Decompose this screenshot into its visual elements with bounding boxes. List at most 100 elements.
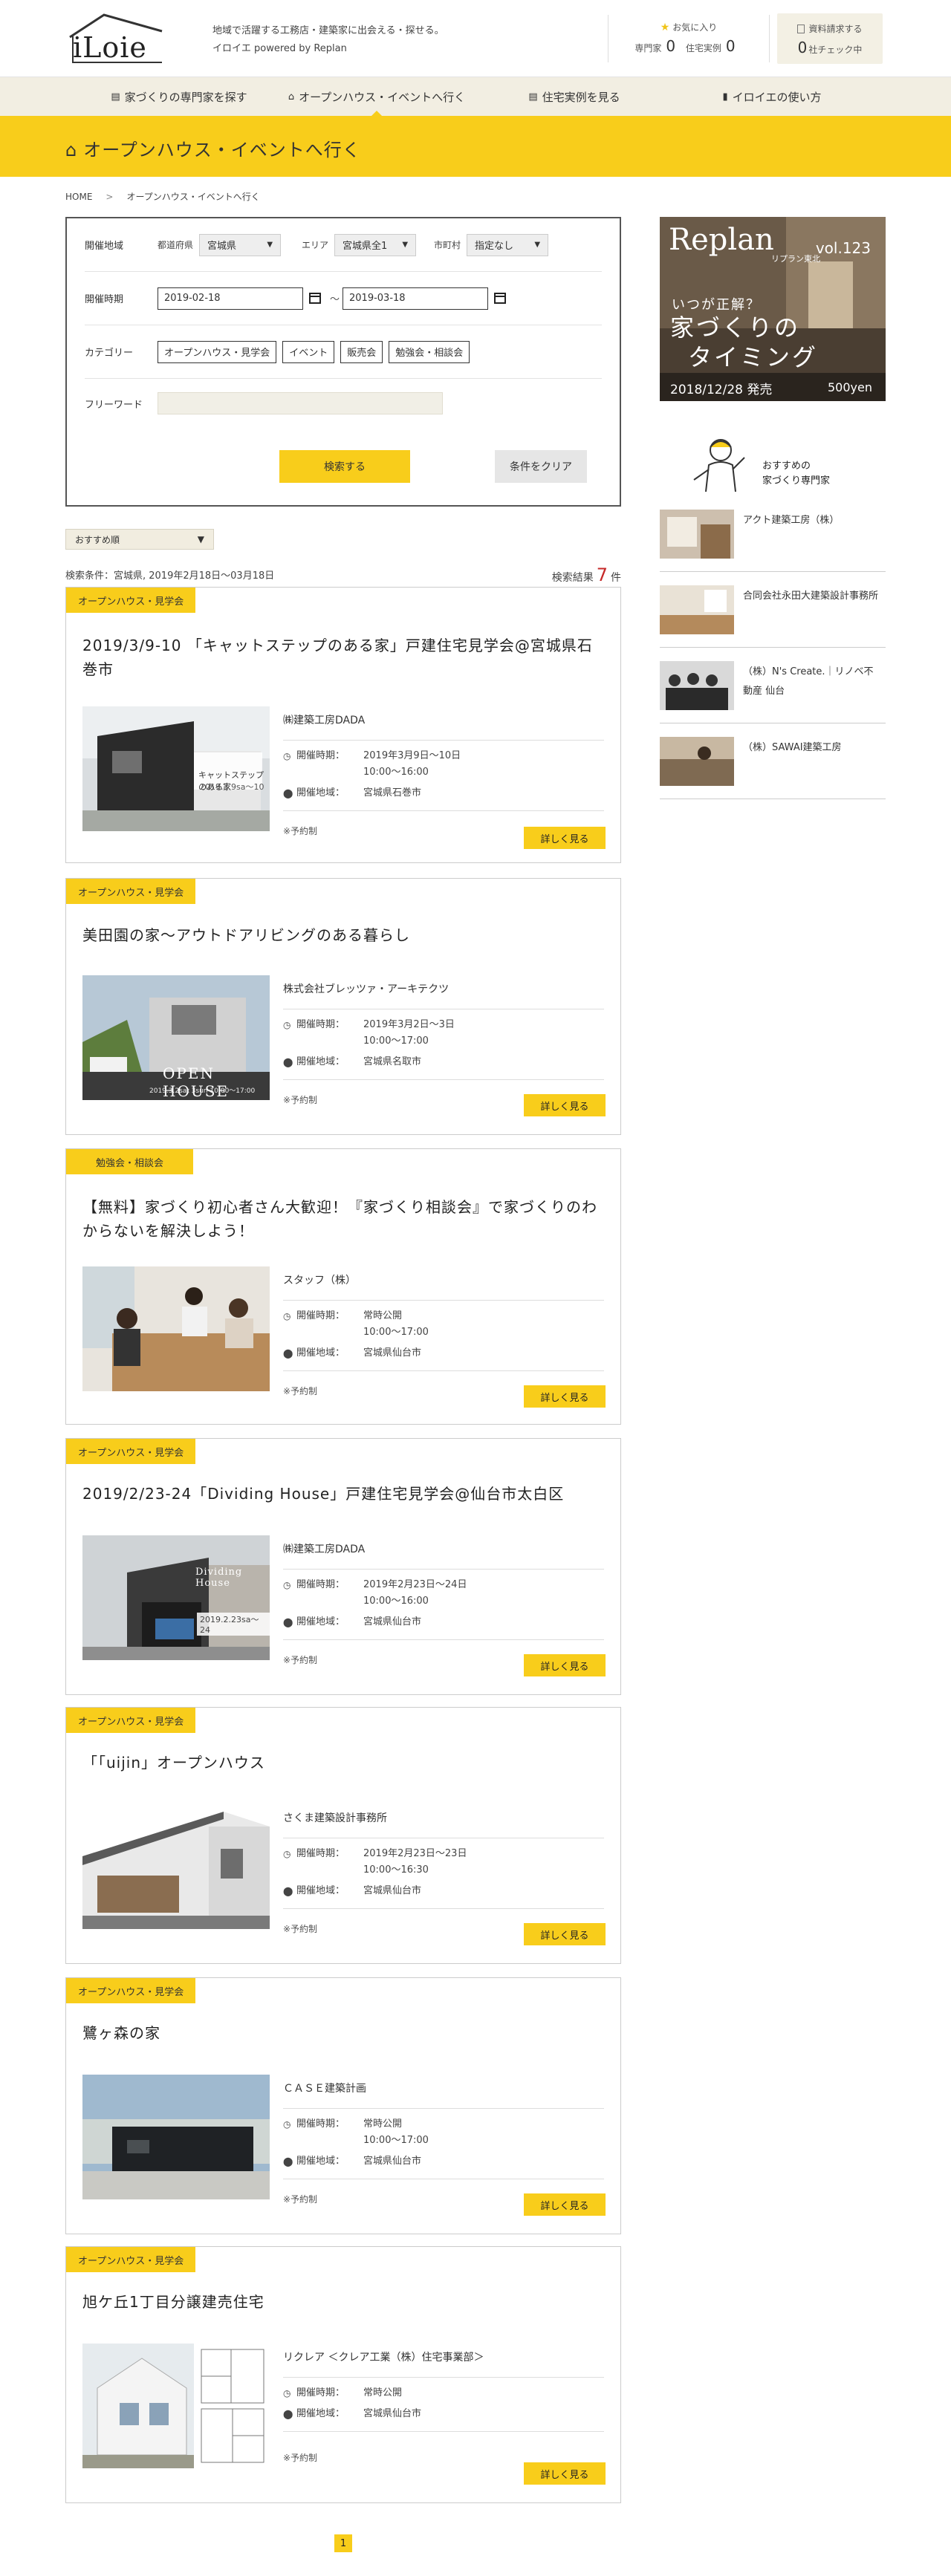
floor-plan-image bbox=[82, 2344, 270, 2468]
event-info: スタッフ（株） ◷ 開催時期： 常時公開 10:00〜17:00 ⬤ 開催地域： 宮城県仙… bbox=[283, 1268, 604, 1397]
document-icon bbox=[797, 25, 805, 33]
pro-photo bbox=[660, 737, 734, 786]
event-card[interactable]: オープンハウス・見学会 2019/2/23-24「Dividing House」… bbox=[65, 1438, 621, 1695]
recommended-pro-item[interactable]: （株）SAWAI建築工房 bbox=[660, 726, 886, 799]
event-title[interactable]: 鷺ヶ森の家 bbox=[82, 2021, 603, 2045]
event-title[interactable]: 【無料】家づくり初心者さん大歓迎！『家づくり相談会』で家づくりのわからないを解決… bbox=[82, 1195, 603, 1243]
details-button[interactable]: 詳しく見る bbox=[524, 827, 606, 849]
site-logo[interactable]: iLoie bbox=[65, 10, 166, 65]
date-label: 開催時期： bbox=[296, 1310, 345, 1321]
thumbnail-date: 2019.2.23sa〜24 bbox=[197, 1613, 270, 1636]
favorites-case-label: 住宅実例 bbox=[685, 43, 721, 53]
event-company[interactable]: さくま建築設計事務所 bbox=[283, 1806, 604, 1838]
pref-select[interactable]: 宮城県 bbox=[199, 233, 282, 256]
favorites-widget[interactable]: ★ お気に入り 専門家 0 住宅実例 0 bbox=[608, 15, 770, 62]
category-sale[interactable]: 販売会 bbox=[340, 340, 383, 363]
event-company[interactable]: 株式会社ブレッツァ・アーキテクツ bbox=[283, 977, 604, 1009]
pagination-current-page[interactable]: 1 bbox=[334, 2534, 352, 2552]
event-company[interactable]: リクレア ＜クレア工業（株）住宅事業部＞ bbox=[283, 2345, 604, 2378]
nav-open-house[interactable]: ⌂ オープンハウス・イベントへ行く bbox=[278, 77, 476, 116]
details-button[interactable]: 詳しく見る bbox=[524, 2193, 606, 2216]
event-title[interactable]: 2019/3/9-10 「キャットステップのある家」戸建住宅見学会@宮城県石巻市 bbox=[82, 634, 603, 681]
event-location: 宮城県仙台市 bbox=[363, 1347, 422, 1359]
event-card[interactable]: オープンハウス・見学会 鷺ヶ森の家 ＣＡＳＥ建築計画 ◷ 開催時期： 常時公開 10:… bbox=[65, 1977, 621, 2234]
event-thumbnail[interactable] bbox=[82, 1266, 270, 1391]
thumbnail-caption: Dividing House bbox=[195, 1567, 243, 1589]
location-label: 開催地域： bbox=[296, 1056, 345, 1067]
details-button[interactable]: 詳しく見る bbox=[524, 1385, 606, 1408]
category-seminar[interactable]: 勉強会・相談会 bbox=[389, 340, 470, 363]
recommended-pro-item[interactable]: アクト建築工房（株） bbox=[660, 499, 886, 572]
star-icon: ★ bbox=[660, 22, 670, 33]
event-title[interactable]: 美田園の家〜アウトドアリビングのある暮らし bbox=[82, 923, 603, 947]
docs-count: 0 bbox=[797, 39, 808, 56]
pro-photo bbox=[660, 510, 734, 559]
event-date: 常時公開 bbox=[363, 2118, 403, 2130]
recommended-pro-item[interactable]: 合同会社永田大建築設計事務所 bbox=[660, 575, 886, 648]
date-from-input[interactable]: 2019-02-18 bbox=[158, 287, 303, 310]
date-to-input[interactable]: 2019-03-18 bbox=[343, 287, 489, 310]
site-tagline: 地域で活躍する工務店・建築家に出会える・探せる。 イロイエ powered by… bbox=[212, 22, 444, 58]
chevron-right-icon: > bbox=[106, 192, 114, 202]
event-thumbnail[interactable] bbox=[82, 1804, 270, 1929]
search-condition: 検索条件：宮城県, 2019年2月18日〜03月18日 bbox=[65, 570, 275, 582]
event-thumbnail[interactable]: Dividing House 2019.2.23sa〜24 bbox=[82, 1535, 270, 1660]
nav-house-cases[interactable]: ▤ 住宅実例を見る bbox=[476, 77, 673, 116]
details-button[interactable]: 詳しく見る bbox=[524, 1923, 606, 1945]
details-button[interactable]: 詳しく見る bbox=[524, 1094, 606, 1116]
event-title[interactable]: 旭ケ丘1丁目分譲建売住宅 bbox=[82, 2290, 603, 2314]
sort-select[interactable]: おすすめ順 bbox=[65, 529, 214, 550]
date-label: 開催時期： bbox=[296, 1579, 345, 1590]
nav-how-to-use[interactable]: ▮ イロイエの使い方 bbox=[673, 77, 871, 116]
freeword-label: フリーワード bbox=[85, 399, 143, 411]
nav-find-pros[interactable]: ▤ 家づくりの専門家を探す bbox=[80, 77, 278, 116]
replan-magazine-banner[interactable]: Replan リプラン東北 vol.123 いつが正解？ 家づくりの タイミング… bbox=[660, 217, 886, 401]
event-info: ㈱建築工房DADA ◷ 開催時期： 2019年3月9日〜10日 10:00〜16:00… bbox=[283, 708, 604, 837]
event-card[interactable]: オープンハウス・見学会 美田園の家〜アウトドアリビングのある暮らし OPEN H… bbox=[65, 878, 621, 1135]
breadcrumb-home[interactable]: HOME bbox=[65, 192, 92, 202]
result-count-prefix: 検索結果 bbox=[551, 572, 594, 584]
pref-label: 都道府県 bbox=[158, 240, 194, 250]
event-date: 2019年3月2日〜3日 bbox=[363, 1019, 455, 1030]
calendar-icon[interactable] bbox=[309, 293, 321, 304]
event-thumbnail[interactable] bbox=[82, 2075, 270, 2199]
details-button[interactable]: 詳しく見る bbox=[524, 2462, 606, 2485]
date-values: 2019年2月23日〜23日 10:00〜16:30 bbox=[363, 1846, 467, 1879]
tagline-line2: イロイエ powered by Replan bbox=[212, 43, 347, 54]
recommended-pro-item[interactable]: （株）N's Create.｜リノベ不動産 仙台 bbox=[660, 651, 886, 723]
document-request-button[interactable]: 資料請求する 0 社チェック中 bbox=[777, 13, 883, 64]
event-location: 宮城県石巻市 bbox=[363, 787, 422, 799]
area-select[interactable]: 宮城県全1 bbox=[334, 233, 417, 256]
area-label: 開催地域 bbox=[85, 241, 124, 252]
details-button[interactable]: 詳しく見る bbox=[524, 1654, 606, 1676]
freeword-input[interactable] bbox=[158, 392, 443, 414]
event-date: 常時公開 bbox=[363, 2387, 403, 2398]
event-card[interactable]: オープンハウス・見学会 2019/3/9-10 「キャットステップのある家」戸建… bbox=[65, 587, 621, 863]
event-card[interactable]: オープンハウス・見学会 「「uijin」オープンハウス さくま建築設計事務所 ◷… bbox=[65, 1707, 621, 1964]
date-label: 開催時期： bbox=[296, 1019, 345, 1030]
event-title[interactable]: 2019/2/23-24「Dividing House」戸建住宅見学会@仙台市太… bbox=[82, 1482, 603, 1506]
event-date: 2019年2月23日〜24日 bbox=[363, 1579, 467, 1590]
category-open-house[interactable]: オープンハウス・見学会 bbox=[158, 340, 277, 363]
event-company[interactable]: ㈱建築工房DADA bbox=[283, 1537, 604, 1570]
calendar-icon[interactable] bbox=[494, 293, 507, 304]
event-card[interactable]: オープンハウス・見学会 旭ケ丘1丁目分譲建売住宅 リクレア ＜クレア工業（株）住… bbox=[65, 2246, 621, 2503]
location-label: 開催地域： bbox=[296, 1347, 345, 1359]
city-select[interactable]: 指定なし bbox=[467, 233, 549, 256]
event-thumbnail[interactable]: OPEN HOUSE 2019.3.2sat 3sun 10:00〜17:00 bbox=[82, 975, 270, 1100]
event-info: リクレア ＜クレア工業（株）住宅事業部＞ ◷ 開催時期： 常時公開 ⬤ 開催地域： 宮城… bbox=[283, 2345, 604, 2464]
event-company[interactable]: スタッフ（株） bbox=[283, 1268, 604, 1301]
event-company[interactable]: ㈱建築工房DADA bbox=[283, 708, 604, 741]
event-thumbnail[interactable] bbox=[82, 2344, 270, 2468]
search-button[interactable]: 検索する bbox=[279, 450, 410, 483]
event-time: 10:00〜17:00 bbox=[363, 1035, 429, 1047]
event-thumbnail[interactable]: キャットステップのある家 2019.3.9sa〜10 bbox=[82, 706, 270, 831]
category-event[interactable]: イベント bbox=[282, 340, 335, 363]
clear-button[interactable]: 条件をクリア bbox=[495, 450, 587, 483]
event-card[interactable]: 勉強会・相談会 【無料】家づくり初心者さん大歓迎！『家づくり相談会』で家づくりの… bbox=[65, 1148, 621, 1425]
pro-name: 合同会社永田大建築設計事務所 bbox=[743, 591, 879, 602]
event-info: 株式会社ブレッツァ・アーキテクツ ◷ 開催時期： 2019年3月2日〜3日 10:00… bbox=[283, 977, 604, 1106]
event-title[interactable]: 「「uijin」オープンハウス bbox=[82, 1751, 603, 1775]
event-company[interactable]: ＣＡＳＥ建築計画 bbox=[283, 2076, 604, 2109]
date-values: 常時公開 bbox=[363, 2385, 402, 2401]
